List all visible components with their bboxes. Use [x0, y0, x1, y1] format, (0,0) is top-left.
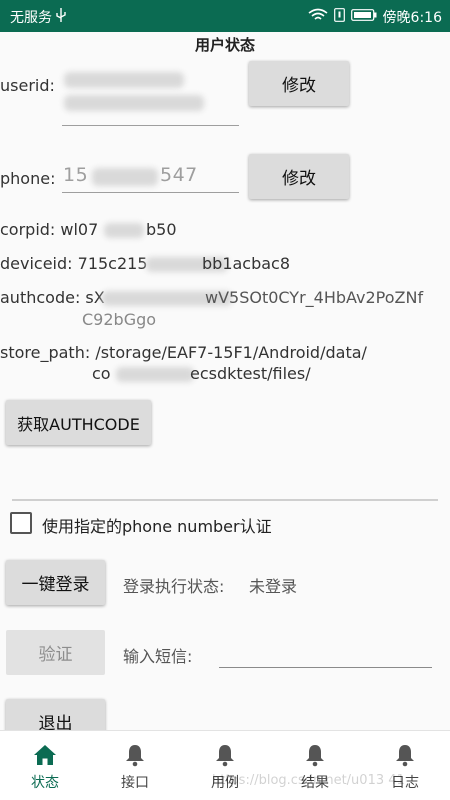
- verify-button[interactable]: 验证: [6, 630, 105, 675]
- authcode-line2: C92bGgo: [82, 310, 157, 329]
- status-time: 傍晚6:16: [382, 10, 442, 26]
- store-path-line2-end: ecsdktest/files/: [190, 364, 311, 383]
- authcode-start: authcode: sX: [0, 288, 105, 307]
- deviceid-end: bb1acbac8: [202, 254, 291, 273]
- nav-label-status: 状态: [31, 775, 59, 791]
- bell-icon: [303, 743, 327, 767]
- bell-icon: [213, 743, 237, 767]
- userid-redacted-value: [64, 72, 184, 88]
- userid-input[interactable]: [62, 125, 239, 126]
- corpid-redacted: [104, 223, 144, 238]
- store-path-line2-start: co: [92, 364, 111, 383]
- phone-edit-button[interactable]: 修改: [249, 154, 349, 199]
- carrier-text: 无服务: [10, 10, 52, 26]
- battery-icon: [350, 9, 377, 25]
- bell-icon: [393, 743, 417, 767]
- page-title: 用户状态: [194, 36, 255, 54]
- phone-label: phone:: [0, 169, 56, 188]
- corpid-end: b50: [146, 220, 177, 239]
- watermark: https://blog.csdn.net/u013 41: [212, 773, 405, 788]
- corpid-start: corpid: wl07: [0, 220, 99, 239]
- authcode-end: wV5SOt0CYr_4HbAv2PoZNf: [205, 288, 424, 307]
- corpid-text: corpid: wl07: [0, 219, 98, 241]
- bell-icon: [123, 743, 147, 767]
- sms-input[interactable]: [219, 667, 432, 668]
- use-phone-checkbox-label[interactable]: 使用指定的phone number认证: [42, 513, 272, 537]
- status-bar: 无服务 傍晚6:16: [0, 0, 450, 32]
- nav-label-interface: 接口: [121, 775, 149, 791]
- login-state-value: 未登录: [249, 577, 298, 596]
- store-path-redacted: [116, 367, 194, 382]
- nav-tab-status[interactable]: 状态: [0, 731, 90, 800]
- login-state-label: 登录执行状态:: [123, 577, 225, 596]
- use-phone-checkbox[interactable]: [10, 512, 32, 534]
- nav-tab-cases[interactable]: 用例: [180, 731, 270, 800]
- one-click-login-button[interactable]: 一键登录: [6, 560, 105, 605]
- userid-edit-button[interactable]: 修改: [249, 61, 349, 106]
- get-authcode-button[interactable]: 获取AUTHCODE: [6, 400, 151, 445]
- nav-tab-results[interactable]: 结果: [270, 731, 360, 800]
- userid-label: userid:: [0, 76, 55, 95]
- userid-redacted-value-2: [64, 95, 204, 111]
- divider: [12, 499, 438, 501]
- nav-tab-interface[interactable]: 接口: [90, 731, 180, 800]
- phone-input[interactable]: [62, 192, 239, 193]
- bottom-nav: 状态 接口 用例 结果 日志: [0, 730, 450, 800]
- store-path-line1: store_path: /storage/EAF7-15F1/Android/d…: [0, 343, 367, 362]
- phone-value-end: 547: [160, 164, 198, 186]
- usb-icon: [56, 8, 66, 26]
- sms-input-label: 输入短信:: [123, 647, 193, 666]
- sim-icon: [333, 8, 345, 26]
- home-icon: [33, 743, 57, 767]
- deviceid-start: deviceid: 715c215: [0, 254, 148, 273]
- wifi-icon: [308, 8, 328, 26]
- phone-value-start: 15: [63, 164, 89, 186]
- nav-tab-logs[interactable]: 日志: [360, 731, 450, 800]
- phone-redacted-value: [92, 168, 158, 186]
